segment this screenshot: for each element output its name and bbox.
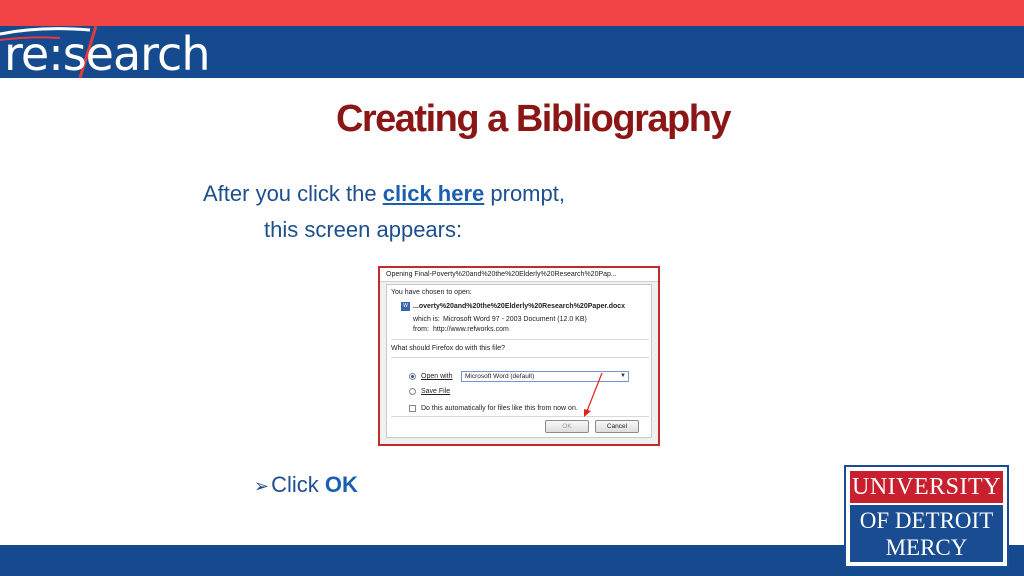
logo-text: re:search: [4, 27, 211, 81]
auto-label: Do this automatically for files like thi…: [421, 405, 578, 412]
udm-logo-line3: MERCY: [885, 535, 968, 560]
open-with-radio[interactable]: [409, 373, 416, 380]
dialog-screenshot: Opening Final-Poverty%20and%20the%20Elde…: [378, 266, 660, 446]
divider: [391, 357, 649, 358]
intro-after: prompt,: [484, 181, 565, 206]
save-file-radio[interactable]: [409, 388, 416, 395]
auto-checkbox[interactable]: [409, 405, 416, 412]
udm-logo-line1: UNIVERSITY: [850, 471, 1003, 503]
which-is-value: Microsoft Word 97 - 2003 Document (12.0 …: [443, 316, 587, 323]
from-label: from:: [413, 326, 429, 333]
intro-line2: this screen appears:: [264, 217, 463, 242]
header-red-band: [0, 0, 1024, 26]
bullet-click-ok: ➢Click OK: [254, 472, 358, 498]
ok-button[interactable]: OK: [545, 420, 589, 433]
file-name: ...overty%20and%20the%20Elderly%20Resear…: [413, 303, 626, 310]
chosen-label: You have chosen to open:: [391, 289, 472, 296]
intro-before: After you click the: [203, 181, 383, 206]
save-file-label: Save File: [421, 388, 451, 395]
open-with-label: Open with: [421, 373, 453, 380]
word-doc-icon: W: [401, 302, 410, 311]
udm-logo: UNIVERSITY OF DETROIT MERCY: [844, 465, 1009, 568]
slide-title: Creating a Bibliography: [335, 98, 732, 140]
intro-text: After you click the click here prompt, t…: [203, 176, 565, 248]
research-logo: re:search: [0, 26, 280, 78]
udm-logo-line2: OF DETROIT: [859, 508, 994, 533]
which-is-label: which is:: [413, 316, 440, 323]
divider: [391, 416, 649, 417]
dialog-title: Opening Final-Poverty%20and%20the%20Elde…: [380, 268, 658, 282]
bullet-arrow-icon: ➢: [254, 476, 270, 496]
application-select[interactable]: Microsoft Word (default) ▼: [461, 371, 629, 382]
from-value: http://www.refworks.com: [433, 326, 509, 333]
divider: [391, 339, 649, 340]
cancel-button[interactable]: Cancel: [595, 420, 639, 433]
bullet-bold: OK: [324, 472, 358, 497]
dialog-body: You have chosen to open: W ...overty%20a…: [386, 284, 652, 438]
udm-logo-lower: OF DETROIT MERCY: [850, 505, 1003, 562]
bullet-prefix: Click: [271, 472, 325, 497]
question-text: What should Firefox do with this file?: [391, 345, 505, 352]
click-here-link[interactable]: click here: [383, 181, 485, 206]
application-select-value: Microsoft Word (default): [465, 373, 535, 380]
open-file-dialog: Opening Final-Poverty%20and%20the%20Elde…: [380, 268, 658, 444]
chevron-down-icon: ▼: [620, 373, 626, 379]
